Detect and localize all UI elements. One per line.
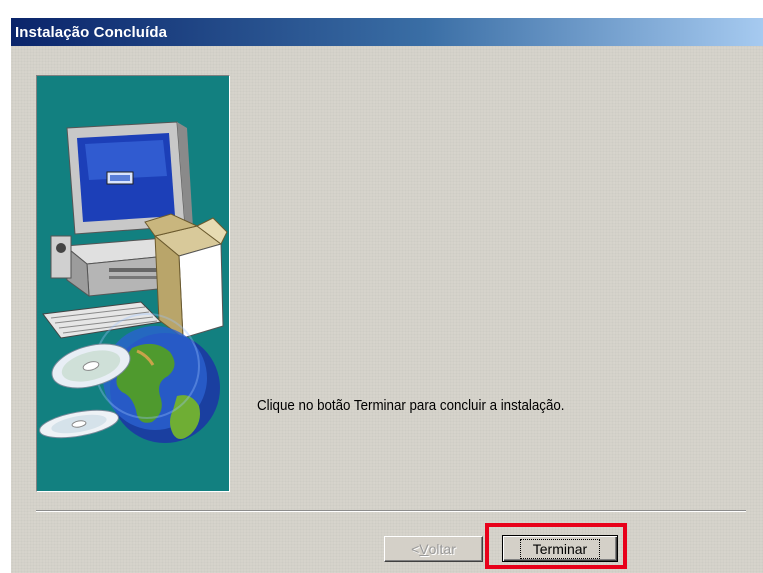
finish-button-label: Terminar xyxy=(519,538,601,559)
button-separator xyxy=(36,510,746,512)
back-button-accelerator: V xyxy=(419,541,429,557)
back-button-prefix: < xyxy=(411,541,420,557)
back-button[interactable]: < Voltar xyxy=(384,536,483,562)
title-bar[interactable]: Instalação Concluída xyxy=(11,18,763,46)
wizard-illustration xyxy=(39,121,228,443)
back-button-label: oltar xyxy=(428,541,456,557)
completion-message: Clique no botão Terminar para concluir a… xyxy=(257,398,565,414)
installer-dialog: Instalação Concluída Clique no botão Ter… xyxy=(11,18,763,573)
finish-button[interactable]: Terminar xyxy=(502,535,618,562)
wizard-illustration-panel xyxy=(36,75,230,492)
dialog-title: Instalação Concluída xyxy=(15,23,168,41)
